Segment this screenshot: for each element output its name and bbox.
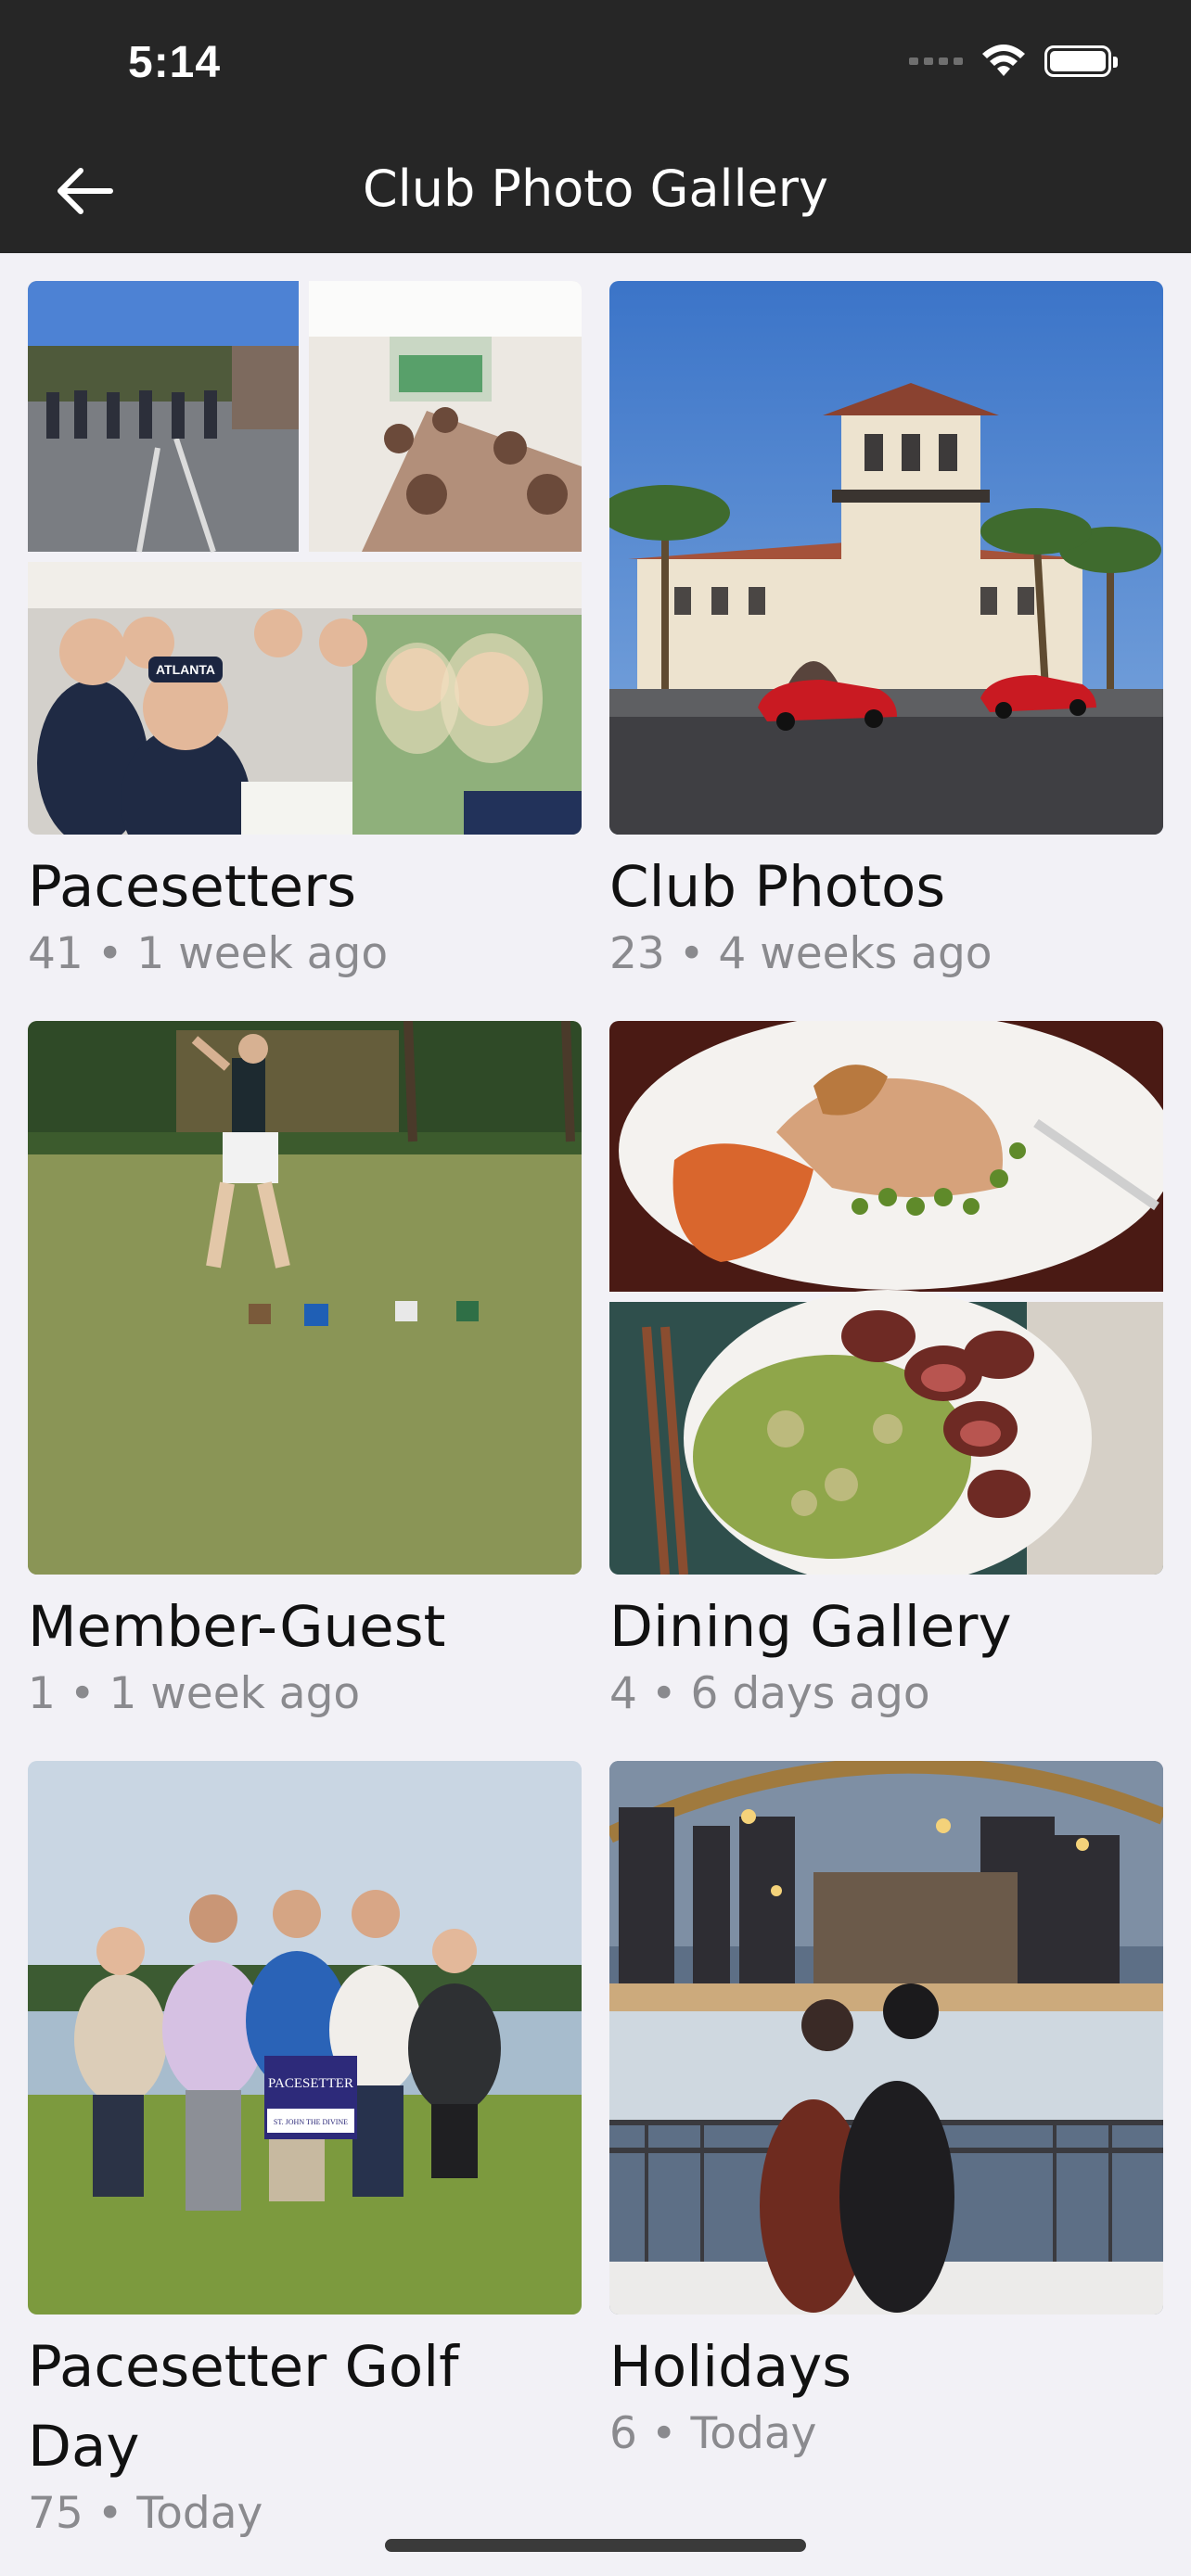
sign-text: PACESETTER [268,2076,353,2091]
album-card-dining-gallery[interactable]: Dining Gallery 4 • 6 days ago [609,1021,1163,1721]
album-card-pacesetters[interactable]: ATLANTA Pacesetters 41 • 1 week ago [28,281,582,981]
status-time: 5:14 [128,38,222,87]
album-title: Holidays [609,2334,852,2400]
album-title: Pacesetter Golf Day [28,2334,459,2480]
album-title: Club Photos [609,854,946,920]
album-meta: 41 • 1 week ago [28,928,389,979]
album-meta: 1 • 1 week ago [28,1668,361,1719]
home-indicator[interactable] [385,2539,806,2552]
album-thumbnail [609,281,1163,835]
clubhouse-photo [609,281,1163,835]
album-title: Member-Guest [28,1594,446,1660]
album-meta: 6 • Today [609,2408,817,2459]
top-bar: 5:14 Club Photo Gallery [0,0,1191,253]
album-meta: 23 • 4 weeks ago [609,928,992,979]
ice-rink-photo [609,1761,1163,2315]
album-title: Dining Gallery [609,1594,1012,1660]
album-card-member-guest[interactable]: Member-Guest 1 • 1 week ago [28,1021,582,1721]
album-meta: 75 • Today [28,2488,263,2539]
signal-icon [909,57,963,65]
battery-icon [1044,45,1118,77]
golfer-photo [28,1021,582,1575]
wifi-icon [982,45,1025,76]
album-meta: 4 • 6 days ago [609,1668,930,1719]
dining-photo [609,1021,1163,1575]
album-card-club-photos[interactable]: Club Photos 23 • 4 weeks ago [609,281,1163,981]
status-icons [909,45,1118,78]
album-thumbnail [609,1021,1163,1575]
album-title: Pacesetters [28,854,357,920]
page-title: Club Photo Gallery [363,159,828,218]
cap-text: ATLANTA [156,662,215,677]
golf-group-photo: PACESETTER ST. JOHN THE DIVINE [28,1761,582,2315]
collage-photo: ATLANTA [28,281,582,835]
album-thumbnail [609,1761,1163,2315]
album-card-holidays[interactable]: Holidays 6 • Today [609,1761,1163,2461]
album-card-pacesetter-golf-day[interactable]: PACESETTER ST. JOHN THE DIVINE Pacesette… [28,1761,582,2541]
sign-subtext: ST. JOHN THE DIVINE [274,2118,348,2126]
album-thumbnail [28,1021,582,1575]
album-thumbnail: PACESETTER ST. JOHN THE DIVINE [28,1761,582,2315]
album-thumbnail: ATLANTA [28,281,582,835]
